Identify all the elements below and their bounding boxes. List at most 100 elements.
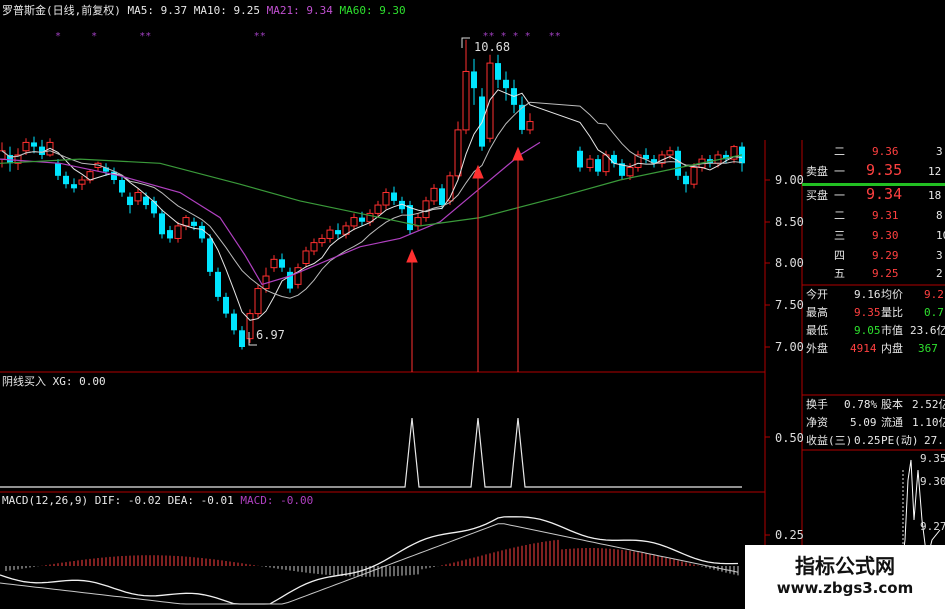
mini-price-2: 9.30	[920, 475, 945, 488]
candle	[254, 284, 262, 318]
candle	[495, 54, 501, 89]
candle	[287, 267, 293, 293]
watermark-banner: 指标公式网 www.zbgs3.com	[745, 545, 945, 609]
candle	[119, 175, 125, 197]
candle	[730, 144, 738, 164]
candle	[471, 58, 477, 105]
buy-row-1: 买盘 一 9.34 18	[806, 185, 942, 203]
stat-row-low: 最低 9.05 市值 23.6亿	[806, 324, 945, 337]
candle	[199, 221, 205, 243]
candle	[246, 309, 254, 343]
candle	[167, 225, 173, 243]
candle	[611, 150, 617, 168]
candle	[294, 263, 302, 289]
candle	[134, 188, 142, 206]
candle	[94, 161, 102, 172]
stat-row-turnover: 换手 0.78% 股本 2.52亿	[806, 398, 945, 411]
candle	[430, 184, 438, 206]
stat-row-open: 今开 9.16 均价 9.2	[806, 288, 944, 301]
candle	[407, 200, 413, 235]
low-price-label: 6.97	[256, 328, 285, 342]
candle	[318, 234, 326, 247]
price-tick-750: 7.50	[775, 298, 804, 312]
candle	[526, 113, 534, 135]
ma5-label: MA5: 9.37	[127, 4, 188, 17]
sell-row-2: 二 9.36 3	[834, 145, 943, 158]
buy-row-4: 四 9.29 3	[834, 249, 943, 262]
candle	[270, 255, 278, 272]
candle	[223, 292, 229, 318]
xg-axis-tick: 0.50	[775, 431, 804, 445]
mini-price-3: 9.27	[920, 520, 945, 533]
ma10-label: MA10: 9.25	[193, 4, 260, 17]
candle	[103, 163, 109, 176]
candle	[414, 213, 422, 231]
candle	[231, 309, 237, 335]
candle	[239, 326, 245, 350]
buy-row-2: 二 9.31 8	[834, 209, 943, 222]
stat-row-netasset: 净资 5.09 流通 1.10亿	[806, 416, 945, 429]
ma5-line	[1, 89, 743, 321]
candle	[14, 148, 22, 170]
mini-price-1: 9.35	[920, 452, 945, 465]
candle	[46, 138, 54, 157]
candle	[86, 169, 94, 184]
candle	[71, 178, 77, 193]
candle	[651, 154, 657, 168]
watermark-url: www.zbgs3.com	[776, 579, 914, 597]
ma60-line	[0, 154, 743, 227]
stock-name: 罗普斯金	[2, 4, 46, 17]
high-price-label: 10.68	[474, 40, 511, 54]
fundamental-stats: 换手 0.78% 股本 2.52亿 净资 5.09 流通 1.10亿 收益(三)…	[806, 398, 945, 452]
stat-row-high: 最高 9.35 量比 0.7	[806, 306, 944, 319]
candle	[279, 253, 285, 272]
candle	[55, 159, 61, 180]
price-tick-800: 8.00	[775, 256, 804, 270]
buy-row-5: 五 9.25 2	[834, 267, 943, 280]
candle	[63, 171, 69, 189]
candle	[422, 196, 430, 222]
candle	[326, 225, 334, 243]
price-tick-900: 9.00	[775, 173, 804, 187]
candle	[310, 238, 318, 256]
candle	[31, 136, 37, 154]
quote-stats: 今开 9.16 均价 9.2 最高 9.35 量比 0.7 最低 9.05 市值…	[806, 288, 945, 360]
ma60-label: MA60: 9.30	[339, 4, 406, 17]
candle	[683, 171, 689, 193]
candle	[723, 150, 729, 164]
candle	[586, 154, 594, 172]
candle	[619, 159, 625, 180]
candle	[174, 221, 182, 243]
macd-title: MACD(12,26,9) DIF: -0.02 DEA: -0.01 MACD…	[2, 494, 313, 508]
candle	[634, 150, 642, 172]
candle	[382, 188, 390, 210]
price-tick-850: 8.50	[775, 215, 804, 229]
candle	[159, 209, 165, 239]
candle	[127, 192, 133, 214]
candle	[503, 71, 509, 101]
stat-row-outer: 外盘 4914 内盘 367	[806, 342, 938, 355]
candle	[454, 121, 462, 180]
candle	[78, 175, 86, 191]
candle	[577, 146, 583, 172]
watermark-title: 指标公式网	[795, 554, 895, 578]
candle	[215, 267, 221, 302]
candle	[302, 246, 310, 268]
macd-value: MACD: -0.00	[240, 494, 314, 507]
macd-axis-tick: 0.25	[775, 528, 804, 542]
buy-row-3: 三 9.30 10	[834, 229, 945, 242]
candle	[39, 139, 45, 160]
candle	[182, 215, 190, 231]
xg-indicator-title: 阴线买入 XG: 0.00	[2, 375, 106, 388]
chart-mode: (日线,前复权)	[46, 4, 121, 17]
candle	[519, 96, 525, 135]
candle	[595, 154, 601, 176]
ma10-line	[1, 101, 743, 299]
macd-params: MACD(12,26,9) DIF: -0.02 DEA: -0.01	[2, 494, 234, 507]
price-tick-700: 7.00	[775, 340, 804, 354]
ma21-label: MA21: 9.34	[266, 4, 333, 17]
sell-row-1: 卖盘 一 9.35 12	[806, 161, 942, 179]
candle	[350, 213, 358, 231]
candle	[335, 223, 341, 239]
candle	[391, 186, 397, 206]
